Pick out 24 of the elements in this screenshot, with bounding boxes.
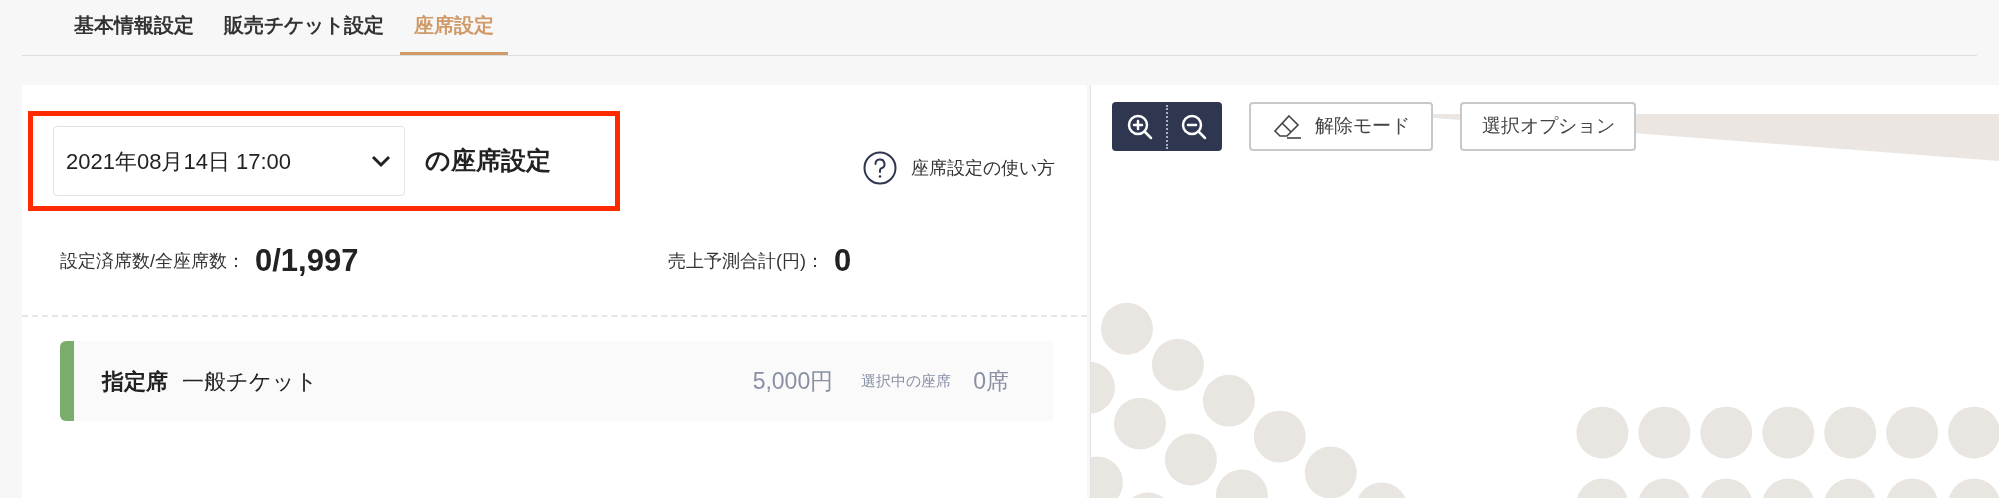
summary-value: 0 (834, 241, 852, 280)
date-select[interactable]: 2021年08月14日 17:00 (53, 126, 405, 196)
ticket-name: 一般チケット (182, 367, 319, 396)
help-link[interactable]: 座席設定の使い方 (863, 151, 1055, 185)
selected-seats-count: 0席 (973, 366, 1009, 396)
eraser-icon (1272, 113, 1303, 140)
zoom-in-button[interactable] (1126, 112, 1154, 141)
help-icon (863, 151, 897, 185)
tab[interactable]: 基本情報設定 (60, 10, 208, 55)
summary-label: 売上予測合計(円)： (668, 249, 824, 273)
select-options-button[interactable]: 選択オプション (1460, 102, 1636, 151)
ticket-row[interactable]: 指定席 一般チケット 5,000円 選択中の座席 0席 (60, 341, 1053, 421)
ticket-price: 5,000円 (752, 366, 834, 396)
summary-label: 設定済席数/全座席数： (60, 249, 245, 273)
erase-mode-button[interactable]: 解除モード (1249, 102, 1433, 151)
seat-type: 指定席 (102, 367, 168, 396)
summary-value: 0/1,997 (255, 241, 359, 280)
zoom-out-icon (1180, 112, 1208, 141)
seat-settings-title: の座席設定 (425, 145, 551, 177)
zoom-in-icon (1126, 112, 1154, 141)
chevron-down-icon (370, 154, 392, 168)
tab[interactable]: 販売チケット設定 (210, 10, 398, 55)
selected-seats-label: 選択中の座席 (861, 370, 952, 391)
zoom-out-button[interactable] (1180, 112, 1208, 141)
